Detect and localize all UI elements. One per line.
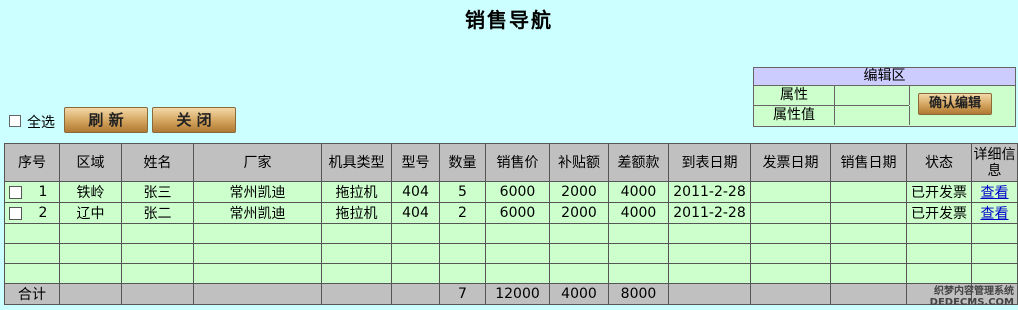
col-header: 销售日期 <box>830 143 907 182</box>
watermark-line2: DEDECMS.COM <box>929 297 1014 308</box>
table-row: 2 辽中 张二 常州凯迪 拖拉机 404 2 6000 2000 4000 20… <box>4 202 1018 224</box>
empty-row <box>4 223 1018 244</box>
total-row: 合计 7 12000 4000 8000 <box>4 283 1018 305</box>
select-all-label: 全选 <box>27 115 55 131</box>
empty-row <box>4 263 1018 284</box>
edit-panel-title: 编辑区 <box>754 68 1015 86</box>
cell-model: 404 <box>391 202 440 224</box>
attr-value-label: 属性值 <box>754 106 835 125</box>
cell-status: 已开发票 <box>906 202 972 224</box>
cell-type: 拖拉机 <box>321 181 392 203</box>
cell-detail: 查看 <box>971 202 1018 224</box>
col-header: 数量 <box>439 143 486 182</box>
col-header: 厂家 <box>193 143 322 182</box>
cell-name: 张三 <box>121 181 194 203</box>
cell-maker: 常州凯迪 <box>193 181 322 203</box>
cell-arrive-date: 2011-2-28 <box>668 181 751 203</box>
cell-maker: 常州凯迪 <box>193 202 322 224</box>
cell-diff: 4000 <box>608 181 669 203</box>
cell-invoice-date <box>750 181 831 203</box>
view-link[interactable]: 查看 <box>981 206 1009 222</box>
watermark: 织梦内容管理系统 DEDECMS.COM <box>930 286 1014 308</box>
cell-diff: 4000 <box>608 202 669 224</box>
edit-panel: 编辑区 属性 属性值 确认编辑 <box>753 67 1016 127</box>
col-header: 补贴额 <box>549 143 609 182</box>
cell-subsidy: 2000 <box>549 202 609 224</box>
cell-subsidy: 2000 <box>549 181 609 203</box>
total-qty: 7 <box>439 283 486 305</box>
view-link[interactable]: 查看 <box>981 185 1009 201</box>
cell-price: 6000 <box>485 202 550 224</box>
sales-table: 序号 区域 姓名 厂家 机具类型 型号 数量 销售价 补贴额 差额款 到表日期 … <box>4 143 1018 305</box>
attr-value-field[interactable] <box>835 106 910 125</box>
confirm-edit-button[interactable]: 确认编辑 <box>918 93 992 115</box>
row-checkbox[interactable] <box>9 206 22 220</box>
cell-sale-date <box>830 202 907 224</box>
cell-name: 张二 <box>121 202 194 224</box>
cell-invoice-date <box>750 202 831 224</box>
total-subsidy: 4000 <box>549 283 609 305</box>
col-header: 差额款 <box>608 143 669 182</box>
total-label: 合计 <box>4 283 60 305</box>
cell-status: 已开发票 <box>906 181 972 203</box>
attr-field[interactable] <box>835 86 910 105</box>
col-header: 状态 <box>906 143 972 182</box>
col-header: 详细信息 <box>971 143 1018 182</box>
table-header-row: 序号 区域 姓名 厂家 机具类型 型号 数量 销售价 补贴额 差额款 到表日期 … <box>4 143 1018 182</box>
row-number: 2 <box>38 205 48 221</box>
cell-detail: 查看 <box>971 181 1018 203</box>
attr-label: 属性 <box>754 86 835 105</box>
cell-type: 拖拉机 <box>321 202 392 224</box>
col-header: 区域 <box>59 143 122 182</box>
cell-qty: 5 <box>439 181 486 203</box>
col-header: 到表日期 <box>668 143 751 182</box>
col-header: 发票日期 <box>750 143 831 182</box>
watermark-line1: 织梦内容管理系统 <box>934 286 1014 297</box>
col-header: 序号 <box>4 143 60 182</box>
col-header: 机具类型 <box>321 143 392 182</box>
page-title: 销售导航 <box>465 8 553 32</box>
refresh-button[interactable]: 刷 新 <box>64 107 148 133</box>
cell-qty: 2 <box>439 202 486 224</box>
col-header: 销售价 <box>485 143 550 182</box>
table-row: 1 铁岭 张三 常州凯迪 拖拉机 404 5 6000 2000 4000 20… <box>4 181 1018 203</box>
total-price: 12000 <box>485 283 550 305</box>
row-checkbox[interactable] <box>9 185 22 199</box>
row-index-cell: 1 <box>4 181 60 203</box>
col-header: 姓名 <box>121 143 194 182</box>
close-button[interactable]: 关 闭 <box>152 107 236 133</box>
row-number: 1 <box>38 184 48 200</box>
cell-sale-date <box>830 181 907 203</box>
select-all-checkbox[interactable] <box>9 115 21 127</box>
cell-price: 6000 <box>485 181 550 203</box>
cell-area: 辽中 <box>59 202 122 224</box>
total-diff: 8000 <box>608 283 669 305</box>
cell-area: 铁岭 <box>59 181 122 203</box>
col-header: 型号 <box>391 143 440 182</box>
row-index-cell: 2 <box>4 202 60 224</box>
cell-arrive-date: 2011-2-28 <box>668 202 751 224</box>
empty-row <box>4 243 1018 264</box>
cell-model: 404 <box>391 181 440 203</box>
